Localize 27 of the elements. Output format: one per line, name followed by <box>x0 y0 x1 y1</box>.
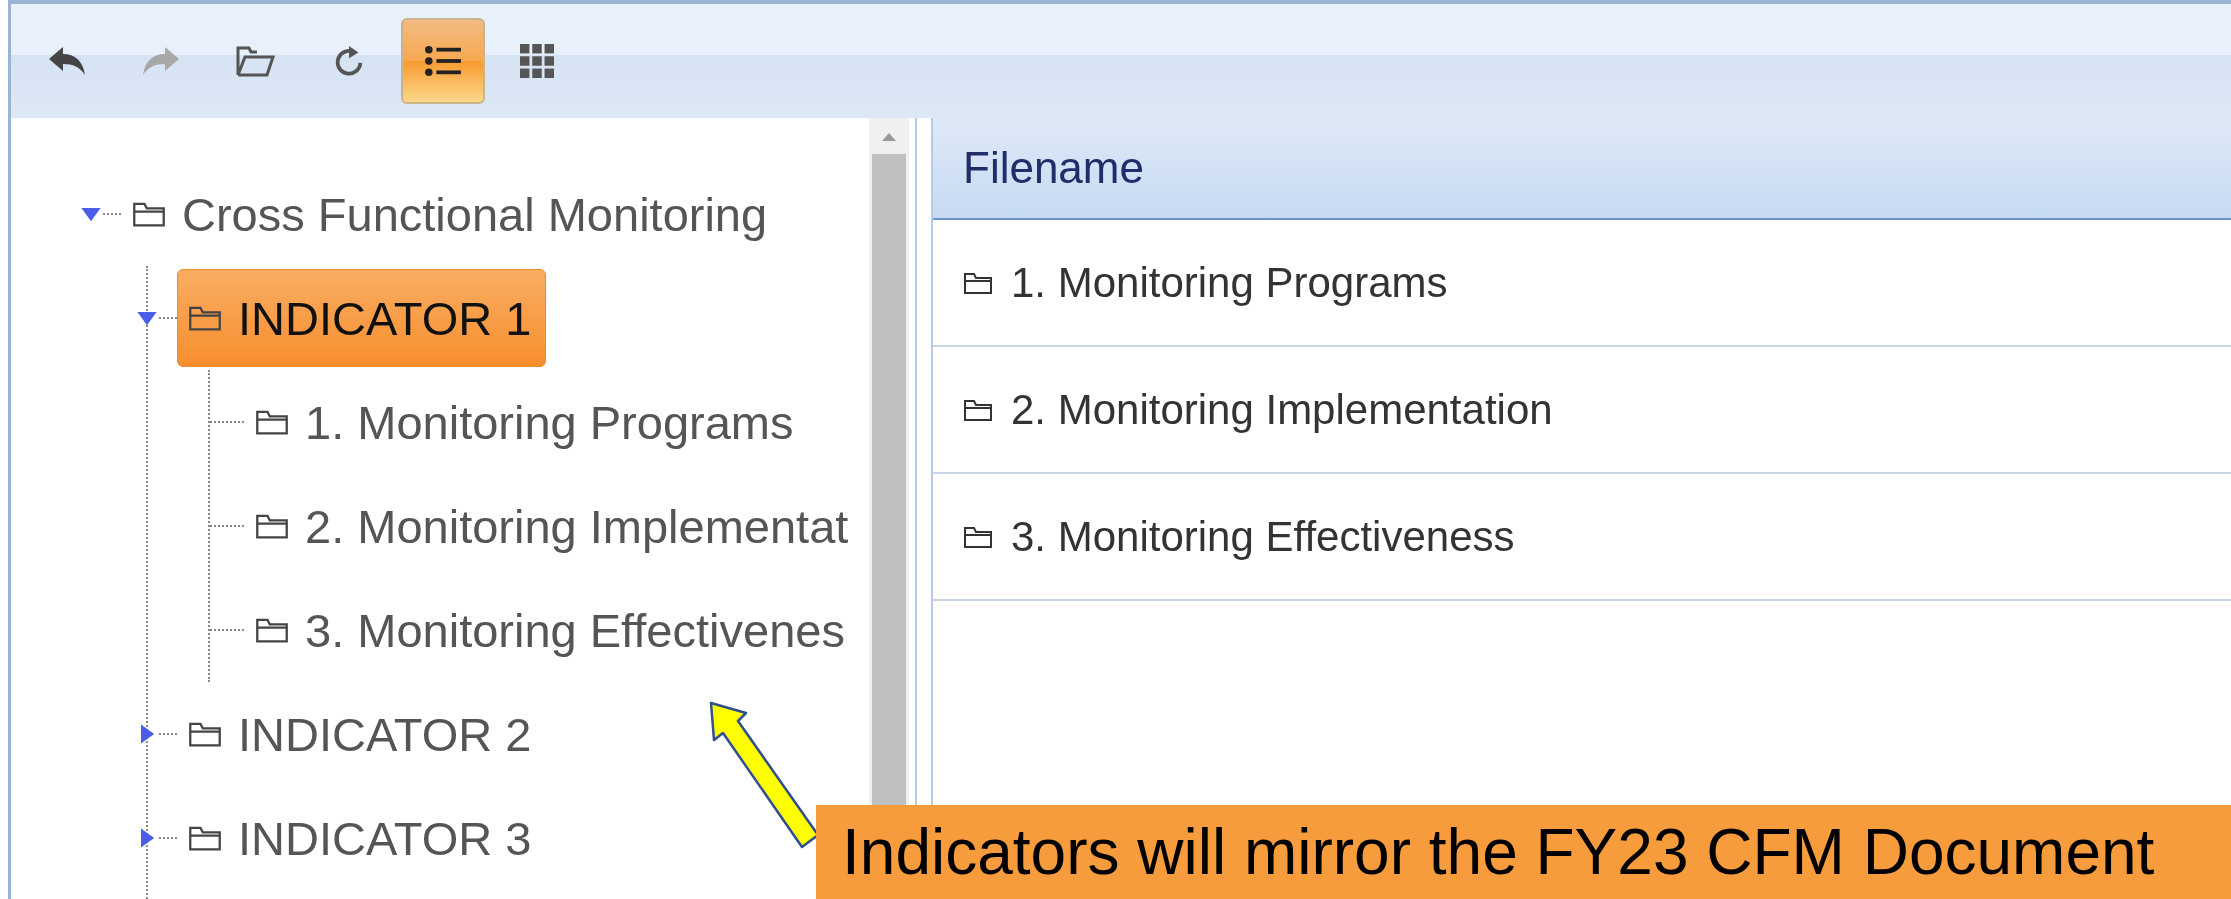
folder-icon <box>188 304 222 332</box>
folder-icon <box>188 824 222 852</box>
table-row[interactable]: 1. Monitoring Programs <box>933 220 2231 347</box>
tree-node[interactable]: INDICATOR 3 <box>177 789 547 887</box>
list-icon <box>423 44 463 78</box>
folder-icon <box>963 397 993 422</box>
tree-node[interactable]: INDICATOR 2 <box>177 685 547 783</box>
callout-note: Indicators will mirror the FY23 CFM Document <box>816 805 2231 899</box>
table-row[interactable]: 3. Monitoring Effectiveness <box>933 474 2231 601</box>
folder-icon <box>255 616 289 644</box>
folder-icon <box>255 408 289 436</box>
tree-node[interactable]: 2. Monitoring Implementat <box>244 477 864 575</box>
tree-node[interactable]: Cross Functional Monitoring <box>121 165 783 263</box>
folder-icon <box>188 720 222 748</box>
tree-node[interactable]: 3. Monitoring Effectivenes <box>244 581 860 679</box>
folder-icon <box>132 200 166 228</box>
tree-node[interactable]: INDICATOR 1 <box>177 269 547 367</box>
tree-node[interactable]: 1. Monitoring Programs <box>244 373 809 471</box>
grid-icon <box>517 44 557 78</box>
scrollbar[interactable] <box>869 118 909 805</box>
folder-icon <box>963 270 993 295</box>
folder-icon <box>235 44 275 78</box>
folder-icon <box>963 524 993 549</box>
table-row[interactable]: 2. Monitoring Implementation <box>933 347 2231 474</box>
column-header[interactable]: Filename <box>963 143 1144 193</box>
folder-icon <box>255 512 289 540</box>
list-button[interactable] <box>401 18 485 104</box>
